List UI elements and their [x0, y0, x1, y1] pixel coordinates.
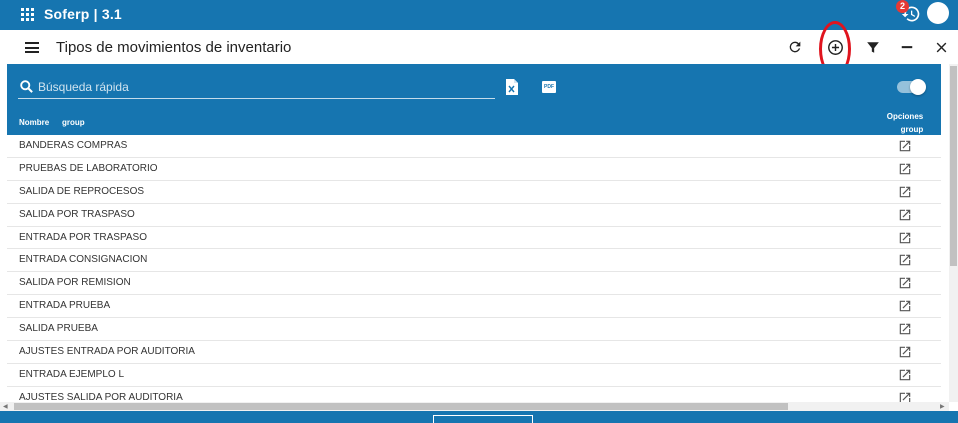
app-bar: Soferp | 3.1 2: [0, 0, 958, 30]
scroll-right-icon[interactable]: ▶: [940, 403, 945, 410]
row-name: SALIDA POR REMISION: [19, 277, 131, 289]
horizontal-scrollbar[interactable]: ◀ ▶: [0, 402, 949, 411]
toggle-knob: [910, 79, 926, 95]
open-external-icon[interactable]: [898, 345, 912, 359]
column-header-opciones: Opciones: [886, 112, 924, 121]
search-underline: [18, 98, 495, 99]
search-icon: [20, 80, 33, 93]
open-external-icon[interactable]: [898, 162, 912, 176]
open-external-icon[interactable]: [898, 185, 912, 199]
open-external-icon[interactable]: [898, 208, 912, 222]
row-name: ENTRADA POR TRASPASO: [19, 231, 147, 243]
minimize-icon[interactable]: [898, 38, 916, 56]
row-name: PRUEBAS DE LABORATORIO: [19, 162, 158, 174]
open-external-icon[interactable]: [898, 253, 912, 267]
page-title: Tipos de movimientos de inventario: [56, 39, 292, 56]
open-external-icon[interactable]: [898, 322, 912, 336]
refresh-icon[interactable]: [786, 38, 804, 56]
bottom-tab[interactable]: [433, 415, 533, 423]
apps-grid-icon[interactable]: [21, 8, 34, 21]
row-name: SALIDA POR TRASPASO: [19, 208, 135, 220]
window-titlebar: Tipos de movimientos de inventario: [0, 30, 958, 64]
table-row[interactable]: ENTRADA CONSIGNACION: [7, 249, 941, 273]
row-name: ENTRADA CONSIGNACION: [19, 254, 148, 266]
vertical-scroll-thumb[interactable]: [950, 66, 957, 266]
row-name: AJUSTES ENTRADA POR AUDITORIA: [19, 346, 195, 358]
table-row[interactable]: PRUEBAS DE LABORATORIO: [7, 158, 941, 181]
row-name: ENTRADA PRUEBA: [19, 300, 111, 312]
bottom-bar: [0, 411, 958, 423]
table-row[interactable]: AJUSTES SALIDA POR AUDITORIA: [7, 387, 941, 402]
grid-panel: PDF Nombre group Opciones group BANDERAS…: [7, 64, 941, 402]
column-header-nombre[interactable]: Nombre: [19, 118, 49, 127]
row-name: AJUSTES SALIDA POR AUDITORIA: [19, 391, 183, 402]
table-row[interactable]: SALIDA POR TRASPASO: [7, 204, 941, 227]
table-row[interactable]: AJUSTES ENTRADA POR AUDITORIA: [7, 341, 941, 364]
app-title: Soferp | 3.1: [44, 6, 122, 22]
menu-icon[interactable]: [25, 42, 39, 53]
column-header-group[interactable]: group: [62, 118, 85, 127]
open-external-icon[interactable]: [898, 391, 912, 402]
scroll-left-icon[interactable]: ◀: [3, 403, 8, 410]
row-name: SALIDA PRUEBA: [19, 323, 98, 335]
row-name: SALIDA DE REPROCESOS: [19, 185, 145, 197]
table-row[interactable]: ENTRADA POR TRASPASO: [7, 227, 941, 250]
table-row[interactable]: SALIDA PRUEBA: [7, 318, 941, 342]
grid-header: PDF Nombre group Opciones group: [7, 64, 941, 135]
table-row[interactable]: ENTRADA EJEMPLO L: [7, 364, 941, 387]
row-name: ENTRADA EJEMPLO L: [19, 368, 125, 380]
filter-icon[interactable]: [864, 38, 882, 56]
table-body: BANDERAS COMPRAS PRUEBAS DE LABORATORIO …: [7, 135, 941, 402]
row-name: BANDERAS COMPRAS: [19, 140, 128, 151]
table-row[interactable]: BANDERAS COMPRAS: [7, 135, 941, 158]
horizontal-scroll-thumb[interactable]: [14, 403, 788, 410]
table-row[interactable]: SALIDA POR REMISION: [7, 272, 941, 296]
close-icon[interactable]: [932, 38, 950, 56]
open-external-icon[interactable]: [898, 299, 912, 313]
excel-icon[interactable]: [505, 79, 519, 95]
open-external-icon[interactable]: [898, 231, 912, 245]
table-row[interactable]: SALIDA DE REPROCESOS: [7, 181, 941, 204]
toggle-switch[interactable]: [897, 79, 926, 95]
open-external-icon[interactable]: [898, 139, 912, 153]
vertical-scrollbar[interactable]: [949, 64, 958, 402]
open-external-icon[interactable]: [898, 368, 912, 382]
table-row[interactable]: ENTRADA PRUEBA: [7, 295, 941, 319]
column-header-opciones-group: group: [900, 125, 924, 134]
pdf-icon[interactable]: PDF: [542, 81, 556, 93]
notification-badge: 2: [896, 0, 909, 13]
avatar[interactable]: [927, 2, 949, 24]
open-external-icon[interactable]: [898, 276, 912, 290]
search-input[interactable]: [38, 77, 488, 97]
